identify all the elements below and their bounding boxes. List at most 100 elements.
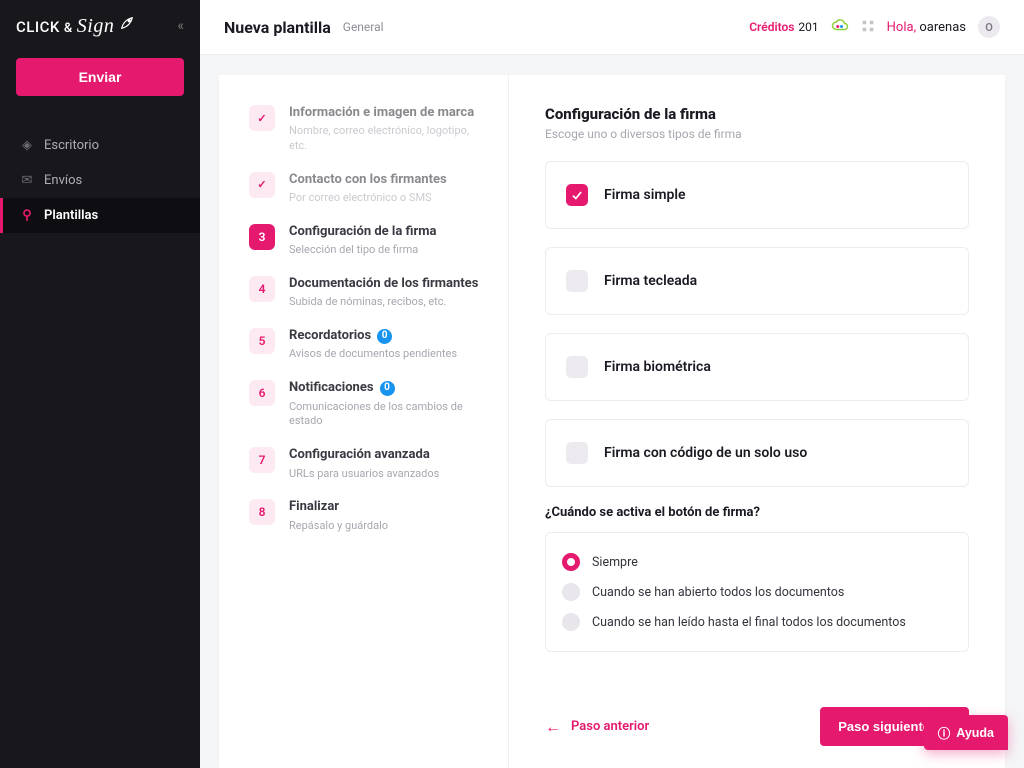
send-button[interactable]: Enviar (16, 58, 184, 96)
wizard-card: ✓ Información e imagen de marca Nombre, … (219, 75, 1005, 768)
brand-logo: CLICK & Sign (16, 14, 136, 38)
radio-label: Cuando se han leído hasta el final todos… (592, 615, 906, 630)
nav-item-plantillas[interactable]: ⚲ Plantillas (0, 198, 200, 233)
step-sub: Avisos de documentos pendientes (289, 347, 482, 362)
checkbox-icon (566, 356, 588, 378)
radio-abiertos[interactable]: Cuando se han abierto todos los document… (562, 577, 952, 607)
template-icon: ⚲ (20, 208, 34, 223)
step-title-text: Notificaciones (289, 380, 374, 396)
radio-icon (562, 583, 580, 601)
step-title: Notificaciones 0 (289, 380, 482, 396)
step-badge: 5 (249, 328, 275, 354)
brand-click: CLICK (16, 18, 60, 36)
rocket-icon (118, 14, 136, 36)
step-title: Recordatorios 0 (289, 328, 482, 344)
step-title: Finalizar (289, 499, 482, 515)
step-badge: 7 (249, 447, 275, 473)
option-label: Firma con código de un solo uso (604, 445, 807, 461)
radio-leidos[interactable]: Cuando se han leído hasta el final todos… (562, 607, 952, 637)
apps-grid-icon[interactable] (861, 18, 875, 37)
checkbox-icon (566, 442, 588, 464)
radio-siempre[interactable]: Siempre (562, 547, 952, 577)
step-sub: Subida de nóminas, recibos, etc. (289, 295, 482, 310)
step-title-text: Recordatorios (289, 328, 371, 344)
step-badge: 8 (249, 499, 275, 525)
next-label: Paso siguiente (838, 719, 930, 734)
radio-question: ¿Cuándo se activa el botón de firma? (545, 505, 969, 520)
desktop-icon: ◈ (20, 138, 34, 153)
nav-label: Envíos (44, 173, 82, 188)
radio-icon (562, 553, 580, 571)
greet-hi: Hola, (887, 20, 916, 35)
page-title: Nueva plantilla (224, 18, 331, 37)
avatar[interactable]: O (978, 16, 1000, 38)
help-button[interactable]: ⓘ Ayuda (924, 715, 1008, 750)
nav-list: ◈ Escritorio ✉ Envíos ⚲ Plantillas (0, 128, 200, 233)
nav-item-envios[interactable]: ✉ Envíos (0, 163, 200, 198)
step-3[interactable]: 3 Configuración de la firma Selección de… (249, 224, 482, 258)
step-title: Documentación de los firmantes (289, 276, 482, 292)
step-4[interactable]: 4 Documentación de los firmantes Subida … (249, 276, 482, 310)
option-firma-simple[interactable]: Firma simple (545, 161, 969, 229)
option-firma-tecleada[interactable]: Firma tecleada (545, 247, 969, 315)
nav-label: Plantillas (44, 208, 98, 223)
arrow-left-icon: ← (545, 717, 561, 737)
radio-group: Siempre Cuando se han abierto todos los … (545, 532, 969, 652)
help-icon: ⓘ (938, 723, 951, 742)
envelope-icon: ✉ (20, 173, 34, 188)
content: ✓ Información e imagen de marca Nombre, … (200, 55, 1024, 768)
option-firma-codigo[interactable]: Firma con código de un solo uso (545, 419, 969, 487)
checkbox-icon (566, 270, 588, 292)
step-5[interactable]: 5 Recordatorios 0 Avisos de documentos p… (249, 328, 482, 362)
logo-row: CLICK & Sign « (0, 0, 200, 48)
prev-step-button[interactable]: ← Paso anterior (545, 717, 649, 737)
step-1[interactable]: ✓ Información e imagen de marca Nombre, … (249, 105, 482, 154)
step-title: Configuración avanzada (289, 447, 482, 463)
nav-item-escritorio[interactable]: ◈ Escritorio (0, 128, 200, 163)
step-title: Configuración de la firma (289, 224, 482, 240)
step-sub: Nombre, correo electrónico, logotipo, et… (289, 124, 482, 154)
section-subtitle: Escoge uno o diversos tipos de firma (545, 127, 969, 141)
step-8[interactable]: 8 Finalizar Repásalo y guárdalo (249, 499, 482, 533)
steps-column: ✓ Información e imagen de marca Nombre, … (219, 75, 509, 768)
step-sub: Comunicaciones de los cambios de estado (289, 400, 482, 430)
step-badge: 6 (249, 380, 275, 406)
step-6[interactable]: 6 Notificaciones 0 Comunicaciones de los… (249, 380, 482, 429)
radio-label: Siempre (592, 555, 638, 570)
step-sub: Selección del tipo de firma (289, 243, 482, 258)
step-2[interactable]: ✓ Contacto con los firmantes Por correo … (249, 172, 482, 206)
config-column: Configuración de la firma Escoge uno o d… (509, 75, 1005, 768)
cloud-icon[interactable] (831, 16, 849, 38)
count-pill: 0 (380, 381, 395, 396)
step-7[interactable]: 7 Configuración avanzada URLs para usuar… (249, 447, 482, 481)
topbar: Nueva plantilla General Créditos201 Hola… (200, 0, 1024, 55)
option-firma-biometrica[interactable]: Firma biométrica (545, 333, 969, 401)
prev-label: Paso anterior (571, 719, 649, 734)
step-badge: 4 (249, 276, 275, 302)
greeting: Hola, oarenas (887, 20, 966, 35)
page-subtitle: General (343, 20, 384, 34)
sidebar: CLICK & Sign « Enviar ◈ Escritorio ✉ Env… (0, 0, 200, 768)
step-sub: URLs para usuarios avanzados (289, 467, 482, 482)
brand-amp: & (64, 21, 73, 36)
help-label: Ayuda (956, 726, 994, 740)
nav-label: Escritorio (44, 138, 99, 153)
section-title: Configuración de la firma (545, 105, 969, 123)
credits-value: 201 (798, 20, 818, 34)
step-badge-current: 3 (249, 224, 275, 250)
wizard-footer: ← Paso anterior Paso siguiente → (545, 707, 969, 746)
step-badge-done: ✓ (249, 105, 275, 131)
collapse-icon[interactable]: « (177, 18, 184, 34)
option-label: Firma biométrica (604, 359, 711, 375)
count-pill: 0 (377, 329, 392, 344)
greet-user: oarenas (919, 20, 966, 35)
option-label: Firma tecleada (604, 273, 697, 289)
step-title: Información e imagen de marca (289, 105, 482, 121)
radio-icon (562, 613, 580, 631)
credits: Créditos201 (749, 20, 818, 34)
checkbox-icon (566, 184, 588, 206)
radio-label: Cuando se han abierto todos los document… (592, 585, 844, 600)
option-label: Firma simple (604, 187, 686, 203)
brand-sign: Sign (77, 15, 115, 38)
step-sub: Repásalo y guárdalo (289, 519, 482, 534)
